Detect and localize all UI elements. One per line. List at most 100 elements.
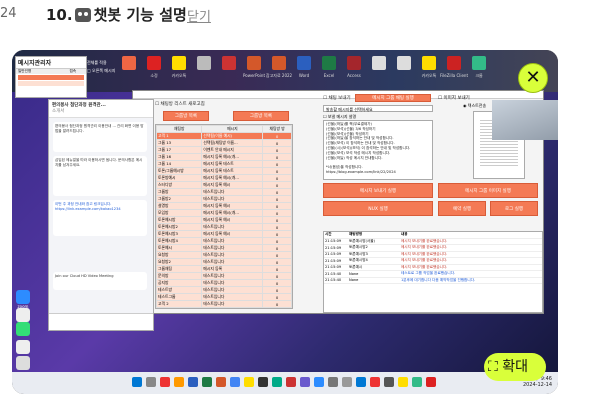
room-count-cell: 0: [262, 258, 292, 266]
taskbar-app-icon[interactable]: [412, 377, 422, 387]
table-row[interactable]: 토론예시방 메시지 등록 예시 0: [155, 216, 292, 224]
taskbar-app-icon[interactable]: [202, 377, 212, 387]
get-friends-button[interactable]: 그룹방 목록: [233, 111, 289, 121]
send-message-button[interactable]: 메시지 보내기 실행: [323, 183, 433, 198]
taskbar-app-icon[interactable]: [286, 377, 296, 387]
table-row[interactable]: 모임방 메시지 등록 예시(개... 0: [155, 209, 292, 217]
log-run-button[interactable]: 로그 실행: [490, 201, 538, 216]
nux-run-button[interactable]: NUX 실행: [323, 201, 433, 216]
chat-bubble[interactable]: Join our Cloud HD Video Meeting: [53, 272, 147, 290]
desktop-side-icon[interactable]: [16, 356, 30, 370]
taskbar-app-icon[interactable]: [384, 377, 394, 387]
taskbar-app-icon[interactable]: [356, 377, 366, 387]
chat-input-field[interactable]: [49, 313, 153, 330]
chat-bubble[interactable]: 이번 주 과정 안내와 참고 링크입니다. https://link.examp…: [53, 200, 147, 236]
room-refresh-checkbox[interactable]: ☐ 채팅방 리스트 새로고침: [155, 101, 205, 107]
table-row[interactable]: 고객 1 선택됨(이름 예시) 0: [155, 132, 292, 140]
desktop-app-icon[interactable]: [172, 56, 186, 70]
room-count-cell: 0: [262, 167, 292, 175]
table-row[interactable]: 테스트그룹 테스트입니다 0: [155, 293, 292, 301]
taskbar-app-icon[interactable]: [230, 377, 240, 387]
table-row[interactable]: 고객 2 테스트입니다 0: [155, 300, 292, 308]
table-row[interactable]: 토론/그룹예시방 메시지 등록 테스트 0: [155, 167, 292, 175]
desktop-app-icon[interactable]: [222, 56, 236, 70]
close-icon[interactable]: ✕: [518, 63, 548, 93]
table-row[interactable]: 그룹 13 선택됨(채팅방 이름... 0: [155, 139, 292, 147]
messenger-selected-row[interactable]: [18, 75, 84, 80]
table-row[interactable]: 요청방2 테스트입니다 0: [155, 258, 292, 266]
desktop-app-icon[interactable]: [422, 56, 436, 70]
table-row[interactable]: 공지방 테스트입니다 0: [155, 279, 292, 287]
desktop-app-icon[interactable]: [322, 56, 336, 70]
taskbar-app-icon[interactable]: [426, 377, 436, 387]
taskbar-app-icon[interactable]: [398, 377, 408, 387]
title-text: 챗봇 기능 설명: [93, 6, 187, 24]
taskbar-app-icon[interactable]: [146, 377, 156, 387]
desktop-app-icon[interactable]: [272, 56, 286, 70]
room-name-cell: 토론예시방2: [155, 223, 203, 231]
table-row[interactable]: 그룹방 테스트입니다 0: [155, 188, 292, 196]
zoom-label: 확대: [502, 359, 529, 375]
taskbar-app-icon[interactable]: [370, 377, 380, 387]
close-link[interactable]: 닫기: [187, 6, 211, 25]
send-image-button[interactable]: 메시지 그룹 이미지 실행: [438, 183, 538, 198]
desktop-side-icon[interactable]: [16, 322, 30, 336]
table-row[interactable]: 그룹 16 메시지 등록 예시(개... 0: [155, 153, 292, 161]
table-row[interactable]: 설명방 메시지 등록 예시 0: [155, 202, 292, 210]
room-name-cell: 테스트방: [155, 286, 203, 294]
desktop-side-icon[interactable]: [16, 290, 30, 304]
desktop-app-icon[interactable]: [372, 56, 386, 70]
table-row[interactable]: 그룹 17 이벤트 안내 메시지 0: [155, 146, 292, 154]
desktop-app-icon[interactable]: [197, 56, 211, 70]
taskbar-app-icon[interactable]: [244, 377, 254, 387]
taskbar-app-icon[interactable]: [314, 377, 324, 387]
taskbar-app-icon[interactable]: [300, 377, 310, 387]
desktop-app-icon[interactable]: [397, 56, 411, 70]
table-row[interactable]: 토론방예시 메시지 등록 예시(개... 0: [155, 174, 292, 182]
zoom-button[interactable]: ⛶ 확대: [484, 353, 546, 381]
taskbar-app-icon[interactable]: [258, 377, 268, 387]
desktop-side-icon[interactable]: [16, 308, 30, 322]
table-row[interactable]: 요청방 테스트입니다 0: [155, 251, 292, 259]
room-message-cell: 테스트입니다: [201, 188, 264, 196]
table-row[interactable]: 토론예시방3 메시지 등록 예시 0: [155, 230, 292, 238]
message-select-dropdown[interactable]: 발송할 메시지를 선택하세요: [323, 105, 433, 112]
desktop-app-icon[interactable]: [347, 56, 361, 70]
get-rooms-button[interactable]: 그룹방 목록: [163, 111, 209, 121]
table-row[interactable]: 그룹 14 메시지 등록 테스트 0: [155, 160, 292, 168]
desktop-app-icon[interactable]: [297, 56, 311, 70]
desktop-app-icon[interactable]: [147, 56, 161, 70]
desktop-app-icon[interactable]: [122, 56, 136, 70]
taskbar-app-icon[interactable]: [188, 377, 198, 387]
right-message-label[interactable]: □ 오른쪽 메시지: [87, 68, 115, 74]
group-send-button[interactable]: 메시지 그룹 채팅 실행: [355, 94, 431, 102]
desktop-app-icon[interactable]: [247, 56, 261, 70]
table-row[interactable]: 문의방 테스트입니다 0: [155, 272, 292, 280]
message-textarea[interactable]: (선물)(하늘)를 책(무료결제가) (선물)(보석)(선물) 3/6 작성하기(…: [323, 120, 433, 180]
table-row[interactable]: 토론예시 테스트입니다 0: [155, 244, 292, 252]
desktop-app-icon[interactable]: [472, 56, 486, 70]
col-status: 접속: [69, 69, 77, 73]
table-row[interactable]: 테스트방 테스트입니다 0: [155, 286, 292, 294]
desktop-app-icon[interactable]: [447, 56, 461, 70]
taskbar-app-icon[interactable]: [216, 377, 226, 387]
reserve-run-button[interactable]: 예약 실행: [438, 201, 486, 216]
send-message-checkbox[interactable]: ☐ 채팅 보내기: [323, 95, 351, 101]
taskbar-app-icon[interactable]: [328, 377, 338, 387]
taskbar-app-icon[interactable]: [132, 377, 142, 387]
taskbar-app-icon[interactable]: [342, 377, 352, 387]
image-send-checkbox[interactable]: ☐ 이미지 보내기: [438, 95, 470, 101]
table-row[interactable]: 그룹방2 테스트입니다 0: [155, 195, 292, 203]
table-row[interactable]: 그룹채팅 메시지 등록 0: [155, 265, 292, 273]
messenger-row[interactable]: [18, 81, 84, 86]
table-row[interactable]: 토론예시방2 테스트입니다 0: [155, 223, 292, 231]
table-row[interactable]: 스터디방 메시지 등록 예시 0: [155, 181, 292, 189]
text-send-radio[interactable]: ◉ 텍스트전송: [463, 103, 486, 109]
taskbar-app-icon[interactable]: [160, 377, 170, 387]
taskbar-app-icon[interactable]: [174, 377, 184, 387]
taskbar-app-icon[interactable]: [272, 377, 282, 387]
apply-all-checkbox-label[interactable]: 전체를 적용: [87, 60, 107, 66]
screenshot-card: 소정 카카오톡 PowerPoint 참고자료 2022 Word Excel Access…: [12, 50, 558, 394]
table-row[interactable]: 토론예시방4 테스트입니다 0: [155, 237, 292, 245]
desktop-side-icon[interactable]: [16, 340, 30, 354]
